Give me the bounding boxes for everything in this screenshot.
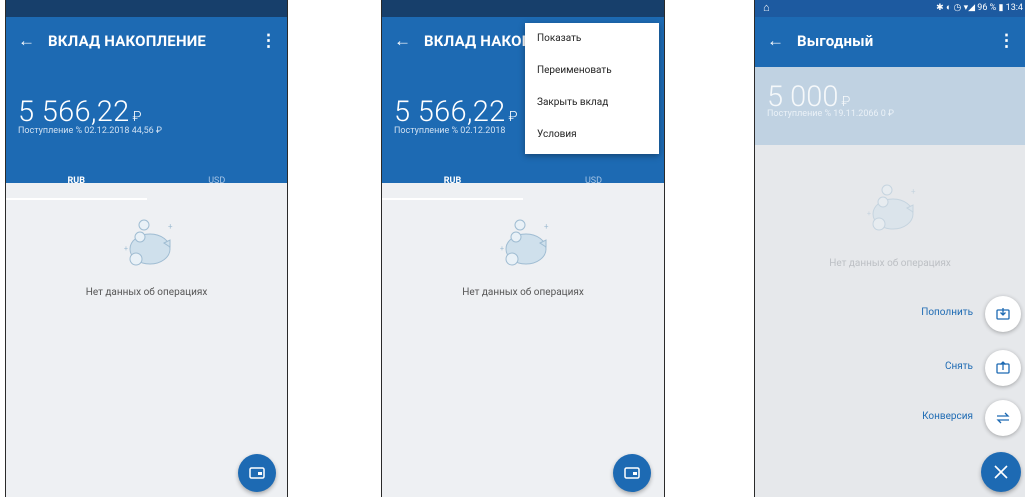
tab-rub[interactable]: RUB bbox=[6, 167, 147, 200]
bank-icon: ⌂ bbox=[763, 1, 770, 14]
deposit-button[interactable] bbox=[985, 296, 1021, 332]
empty-state: + + Нет данных об операциях bbox=[6, 215, 287, 298]
withdraw-action[interactable]: Снять bbox=[821, 350, 1021, 386]
wallet-fab-button[interactable] bbox=[238, 454, 276, 492]
screen-deposit-actions: ⌂ ✱ ◐ ◷ ▾◢ 96 % ▮ 13:4 ← Выгодный ⋮ 5 00… bbox=[754, 0, 1025, 497]
deposit-icon bbox=[996, 308, 1010, 320]
empty-state-text: Нет данных об операциях bbox=[462, 287, 584, 298]
screen-deposit-menu-open: 5 566,22 ₽ Поступление % 02.12.2018 RUB U… bbox=[381, 0, 665, 497]
interest-income-line: Поступление % 02.12.2018 44,56 ₽ bbox=[18, 126, 162, 136]
status-bar bbox=[6, 0, 287, 17]
withdraw-button[interactable] bbox=[985, 350, 1021, 386]
piggy-bank-icon: + + bbox=[124, 219, 173, 266]
screen-deposit-details: 5 566,22 ₽ Поступление % 02.12.2018 44,56… bbox=[5, 0, 288, 497]
status-bar: ⌂ ✱ ◐ ◷ ▾◢ 96 % ▮ 13:4 bbox=[755, 0, 1025, 17]
wallet-fab-button[interactable] bbox=[613, 454, 651, 492]
overflow-menu: Показать Переименовать Закрыть вклад Усл… bbox=[525, 23, 659, 154]
deposit-label[interactable]: Пополнить bbox=[921, 307, 973, 318]
currency-tabs: RUB USD bbox=[6, 167, 287, 200]
status-indicators: ✱ ◐ ◷ ▾◢ 96 % ▮ 13:4 bbox=[936, 3, 1023, 13]
convert-action[interactable]: Конверсия bbox=[821, 400, 1021, 436]
page-title: ВКЛАД НАКОПЛЕНИЕ bbox=[48, 32, 207, 50]
wallet-icon bbox=[624, 467, 640, 479]
menu-item-rename[interactable]: Переименовать bbox=[525, 55, 659, 87]
menu-item-show[interactable]: Показать bbox=[525, 23, 659, 55]
piggy-bank-icon: + + bbox=[867, 184, 916, 231]
convert-button[interactable] bbox=[985, 400, 1021, 436]
close-fab-button[interactable] bbox=[981, 452, 1021, 492]
page-title: Выгодный bbox=[797, 32, 874, 50]
status-bar bbox=[382, 0, 664, 17]
svg-text:+: + bbox=[867, 210, 871, 218]
svg-text:+: + bbox=[544, 222, 549, 231]
menu-item-close-deposit[interactable]: Закрыть вклад bbox=[525, 87, 659, 119]
empty-state-text: Нет данных об операциях bbox=[829, 258, 951, 269]
close-icon bbox=[994, 465, 1008, 479]
balance-amount: 5 566,22 ₽ bbox=[394, 95, 518, 129]
svg-text:+: + bbox=[124, 245, 128, 253]
exchange-icon bbox=[996, 412, 1010, 424]
more-vertical-icon[interactable]: ⋮ bbox=[260, 31, 277, 51]
empty-state: + + Нет данных об операциях bbox=[755, 180, 1025, 269]
svg-text:+: + bbox=[168, 222, 173, 231]
more-vertical-icon[interactable]: ⋮ bbox=[998, 31, 1015, 51]
app-bar: ← Выгодный ⋮ bbox=[755, 17, 1025, 67]
svg-text:+: + bbox=[500, 245, 504, 253]
interest-income-line: Поступление % 19.11.2066 0 ₽ bbox=[767, 109, 894, 119]
tab-usd[interactable]: USD bbox=[523, 167, 664, 200]
deposit-action[interactable]: Пополнить bbox=[821, 296, 1021, 332]
arrow-left-icon[interactable]: ← bbox=[394, 31, 411, 51]
empty-state: + + Нет данных об операциях bbox=[382, 215, 664, 298]
withdraw-label[interactable]: Снять bbox=[945, 361, 973, 372]
currency-tabs: RUB USD bbox=[382, 167, 664, 200]
page-title: ВКЛАД НАКОП bbox=[424, 32, 533, 50]
empty-state-text: Нет данных об операциях bbox=[85, 287, 208, 298]
svg-text:+: + bbox=[911, 187, 916, 196]
arrow-left-icon[interactable]: ← bbox=[18, 31, 35, 51]
convert-label[interactable]: Конверсия bbox=[922, 411, 973, 422]
arrow-left-icon[interactable]: ← bbox=[767, 31, 784, 51]
balance-amount: 5 566,22 ₽ bbox=[18, 95, 142, 129]
piggy-bank-icon: + + bbox=[500, 219, 549, 266]
wallet-icon bbox=[249, 467, 265, 479]
withdraw-icon bbox=[996, 361, 1010, 374]
toolbar: ← ВКЛАД НАКОПЛЕНИЕ ⋮ bbox=[6, 17, 287, 67]
tab-usd[interactable]: USD bbox=[147, 167, 288, 200]
tab-rub[interactable]: RUB bbox=[382, 167, 523, 200]
interest-income-line: Поступление % 02.12.2018 bbox=[394, 126, 506, 136]
menu-item-terms[interactable]: Условия bbox=[525, 119, 659, 151]
